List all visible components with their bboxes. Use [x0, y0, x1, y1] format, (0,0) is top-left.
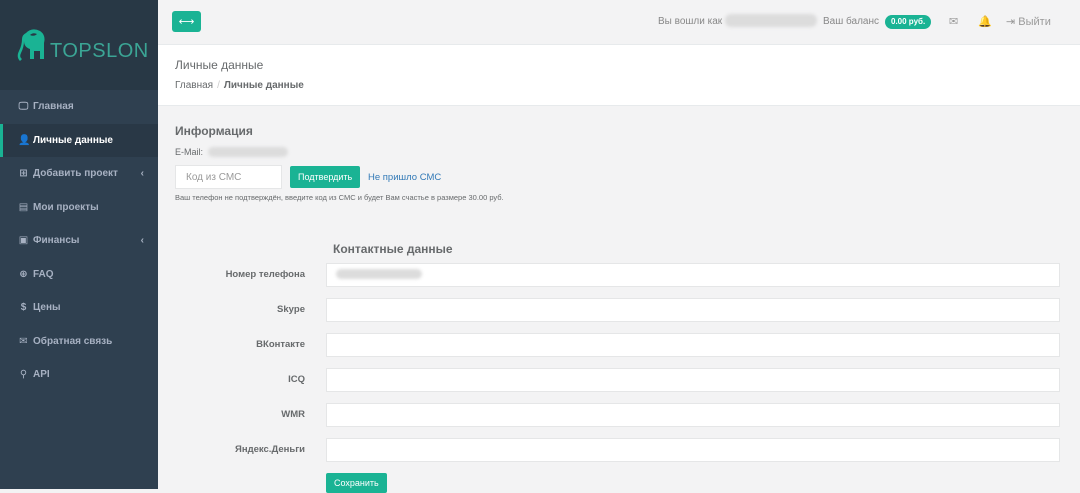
- wmr-input[interactable]: [326, 403, 1060, 427]
- breadcrumb-current: Личные данные: [223, 80, 304, 91]
- balance-badge[interactable]: 0.00 руб.: [885, 15, 932, 29]
- confirm-button[interactable]: Подтвердить: [290, 166, 361, 188]
- sidebar-item-label: Финансы: [33, 235, 80, 247]
- email-label: E-Mail:: [175, 147, 204, 157]
- sidebar-item-label: Цены: [33, 302, 61, 314]
- top-navbar: ⟷ Вы вошли как Ваш баланс 0.00 руб. ✉ 🔔 …: [158, 0, 1080, 45]
- envelope-icon[interactable]: ✉: [949, 15, 958, 28]
- yandex-money-label: Яндекс.Деньги: [235, 444, 305, 455]
- balance-label: Ваш баланс: [823, 16, 880, 27]
- sidebar-item-label: Мои проекты: [33, 201, 99, 213]
- page-title: Личные данные: [175, 58, 264, 72]
- skype-label: Skype: [277, 304, 305, 315]
- sidebar-toggle-button[interactable]: ⟷: [172, 11, 201, 32]
- sidebar-item-feedback[interactable]: ✉ Обратная связь: [0, 325, 158, 359]
- arrows-horizontal-icon: ⟷: [178, 16, 195, 28]
- elephant-logo-icon: [17, 29, 45, 61]
- sidebar-item-label: Личные данные: [33, 134, 113, 146]
- phone-input[interactable]: [326, 263, 1060, 287]
- logout-button[interactable]: ⇥ Выйти: [1006, 15, 1051, 28]
- wmr-label: WMR: [281, 409, 305, 420]
- main-content: Информация E-Mail: Подтвердить Не пришло…: [158, 106, 1080, 493]
- chevron-left-icon: ‹: [140, 168, 144, 179]
- breadcrumb: Главная / Личные данные: [175, 80, 304, 91]
- logged-in-label: Вы вошли как: [658, 16, 723, 27]
- plus-square-icon: ⊞: [19, 168, 28, 180]
- sidebar-item-faq[interactable]: ⊕ FAQ: [0, 258, 158, 292]
- list-icon: ▤: [18, 201, 29, 213]
- phone-redacted: [336, 269, 422, 279]
- brand-name: TOPSLON: [50, 40, 149, 62]
- bell-icon[interactable]: 🔔: [978, 15, 992, 28]
- resend-sms-link[interactable]: Не пришло СМС: [368, 172, 441, 183]
- save-button[interactable]: Сохранить: [326, 473, 387, 493]
- sidebar-item-finance[interactable]: ▣ Финансы ‹: [0, 224, 158, 258]
- email-redacted: [208, 147, 288, 157]
- logout-label: Выйти: [1018, 16, 1051, 28]
- breadcrumb-separator: /: [217, 80, 220, 91]
- icq-label: ICQ: [288, 374, 305, 385]
- sms-code-input[interactable]: [175, 165, 282, 189]
- user-icon: 👤: [18, 134, 31, 146]
- sidebar-item-home[interactable]: 🖵 Главная: [0, 90, 158, 124]
- logo-area: TOPSLON: [0, 0, 158, 90]
- lifebuoy-icon: ⊕: [19, 268, 28, 280]
- desktop-icon: 🖵: [18, 101, 29, 113]
- icq-input[interactable]: [326, 368, 1060, 392]
- money-icon: ▣: [18, 235, 29, 247]
- sidebar: TOPSLON 🖵 Главная 👤 Личные данные ⊞ Доба…: [0, 0, 158, 489]
- contacts-section-title: Контактные данные: [333, 242, 453, 256]
- chevron-left-icon: ‹: [140, 235, 144, 246]
- sidebar-item-api[interactable]: ⚲ API: [0, 358, 158, 392]
- sidebar-item-label: API: [33, 369, 50, 381]
- yandex-money-input[interactable]: [326, 438, 1060, 462]
- sidebar-item-personal-data[interactable]: 👤 Личные данные: [0, 123, 158, 157]
- phone-unconfirmed-hint: Ваш телефон не подтверждён, введите код …: [175, 193, 504, 202]
- sidebar-item-my-projects[interactable]: ▤ Мои проекты: [0, 191, 158, 225]
- sidebar-item-prices[interactable]: $ Цены: [0, 291, 158, 325]
- sidebar-item-label: Добавить проект: [33, 168, 118, 180]
- sign-out-icon: ⇥: [1006, 16, 1016, 28]
- dollar-icon: $: [20, 302, 27, 314]
- username-redacted: [725, 14, 817, 27]
- phone-label: Номер телефона: [225, 269, 305, 280]
- page-heading: Личные данные Главная / Личные данные: [158, 45, 1080, 106]
- vkontakte-input[interactable]: [326, 333, 1060, 357]
- breadcrumb-home[interactable]: Главная: [175, 80, 213, 91]
- sidebar-item-add-project[interactable]: ⊞ Добавить проект ‹: [0, 157, 158, 191]
- sidebar-item-label: Обратная связь: [33, 335, 113, 347]
- plug-icon: ⚲: [19, 369, 28, 381]
- sidebar-item-label: FAQ: [33, 268, 54, 280]
- sidebar-nav: 🖵 Главная 👤 Личные данные ⊞ Добавить про…: [0, 90, 158, 392]
- sidebar-item-label: Главная: [33, 101, 74, 113]
- envelope-icon: ✉: [19, 335, 28, 347]
- vkontakte-label: ВКонтакте: [256, 339, 305, 350]
- info-section-title: Информация: [175, 124, 253, 138]
- skype-input[interactable]: [326, 298, 1060, 322]
